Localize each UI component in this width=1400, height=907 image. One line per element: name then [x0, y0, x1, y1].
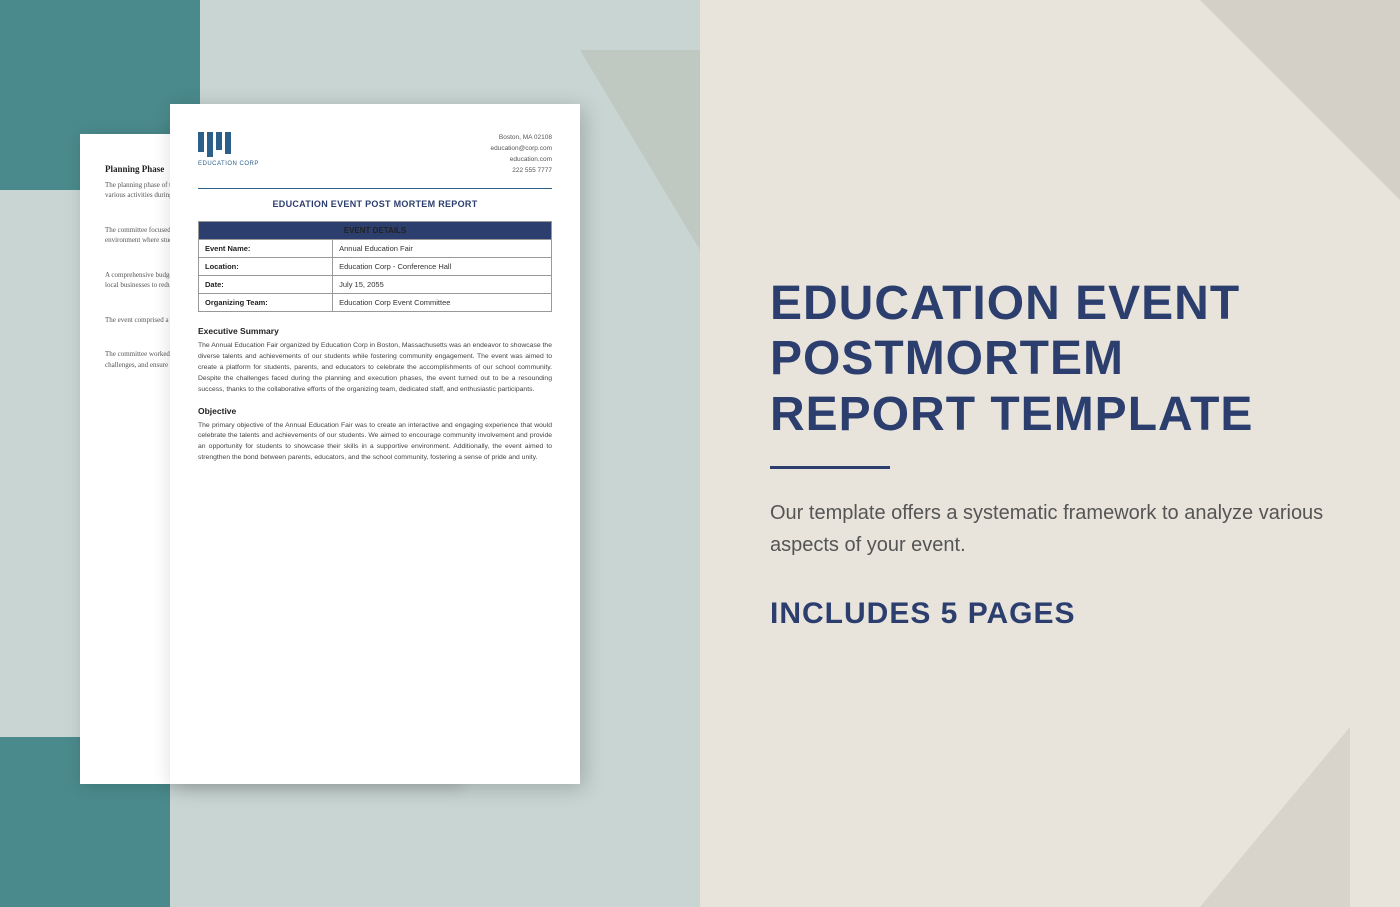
table-cell-value-4: Education Corp Event Committee	[333, 294, 552, 312]
logo-bar-1	[198, 132, 204, 152]
contact-website: education.com	[490, 154, 552, 165]
table-cell-value-3: July 15, 2055	[333, 276, 552, 294]
logo-icon	[198, 132, 231, 157]
doc-header-divider	[198, 188, 552, 190]
table-header: EVENT DETAILS	[199, 222, 552, 240]
logo-area: EDUCATION CORP	[198, 132, 259, 167]
table-row: Location: Education Corp - Conference Ha…	[199, 258, 552, 276]
contact-info: Boston, MA 02108 education@corp.com educ…	[490, 132, 552, 176]
table-cell-value-2: Education Corp - Conference Hall	[333, 258, 552, 276]
contact-address: Boston, MA 02108	[490, 132, 552, 143]
objective-text: The primary objective of the Annual Educ…	[198, 421, 552, 465]
table-row: Organizing Team: Education Corp Event Co…	[199, 294, 552, 312]
table-row: Event Name: Annual Education Fair	[199, 240, 552, 258]
logo-text: EDUCATION CORP	[198, 161, 259, 167]
table-cell-label-4: Organizing Team:	[199, 294, 333, 312]
includes-text: INCLUDES 5 PAGES	[770, 597, 1330, 631]
logo-bar-2	[207, 132, 213, 157]
logo-bar-4	[225, 132, 231, 154]
exec-summary-title: Executive Summary	[198, 326, 552, 336]
subtitle-text: Our template offers a systematic framewo…	[770, 497, 1330, 561]
contact-phone: 222 555 7777	[490, 165, 552, 176]
right-triangle-top	[1200, 0, 1400, 200]
table-cell-label-3: Date:	[199, 276, 333, 294]
doc-header: EDUCATION CORP Boston, MA 02108 educatio…	[198, 132, 552, 176]
table-cell-value-1: Annual Education Fair	[333, 240, 552, 258]
objective-title: Objective	[198, 406, 552, 416]
left-panel: Planning Phase The planning phase of the…	[0, 0, 700, 907]
right-panel: EDUCATION EVENT POSTMORTEM REPORT TEMPLA…	[700, 0, 1400, 907]
table-cell-label-1: Event Name:	[199, 240, 333, 258]
right-triangle-bottom	[1200, 727, 1350, 907]
logo-bar-3	[216, 132, 222, 150]
report-title: EDUCATION EVENT POST MORTEM REPORT	[198, 199, 552, 209]
event-details-table: EVENT DETAILS Event Name: Annual Educati…	[198, 221, 552, 312]
document-front: EDUCATION CORP Boston, MA 02108 educatio…	[170, 104, 580, 784]
exec-summary-text: The Annual Education Fair organized by E…	[198, 341, 552, 395]
gray-triangle-decoration	[580, 50, 700, 250]
title-divider	[770, 466, 890, 469]
document-stack: Planning Phase The planning phase of the…	[140, 104, 560, 804]
main-title: EDUCATION EVENT POSTMORTEM REPORT TEMPLA…	[770, 276, 1330, 442]
contact-email: education@corp.com	[490, 143, 552, 154]
table-row: Date: July 15, 2055	[199, 276, 552, 294]
table-cell-label-2: Location:	[199, 258, 333, 276]
